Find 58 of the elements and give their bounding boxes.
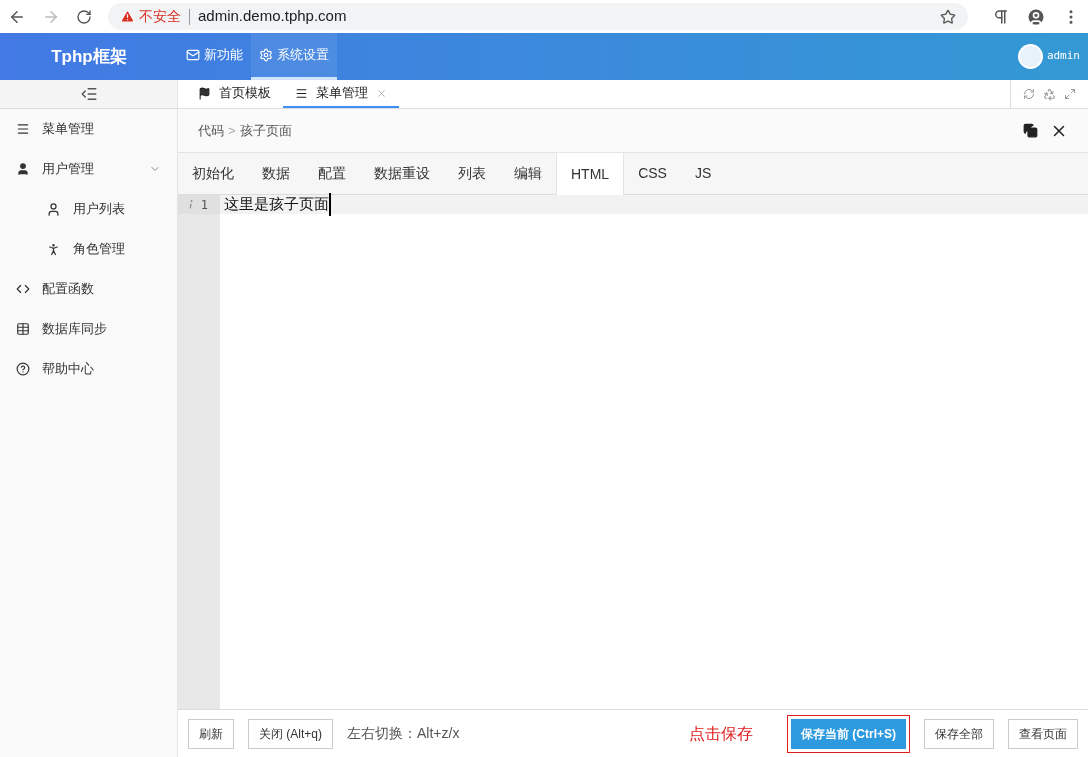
star-icon[interactable]: [940, 8, 956, 25]
user-icon: [46, 201, 61, 217]
mail-icon: [186, 48, 200, 62]
breadcrumb-item[interactable]: 代码: [198, 120, 224, 141]
code-editor[interactable]: 1 这里是孩子页面: [178, 195, 1088, 709]
address-text: admin.demo.tphp.com: [198, 6, 348, 27]
profile-icon[interactable]: [1026, 6, 1046, 27]
restore-icon[interactable]: [1023, 123, 1038, 138]
help-icon: [16, 362, 30, 376]
annotation-text: 点击保存: [689, 723, 753, 744]
footer-button[interactable]: 保存全部: [924, 718, 994, 749]
editor-tab[interactable]: 初始化: [178, 153, 248, 194]
table-icon: [16, 322, 30, 336]
footer-button[interactable]: 查看页面: [1008, 718, 1078, 749]
menu-icon: [295, 86, 308, 100]
extension-icon[interactable]: [992, 7, 1010, 26]
avatar[interactable]: [1017, 44, 1043, 69]
sidebar-item[interactable]: 配置函数: [0, 269, 177, 309]
settings-icon: [259, 48, 273, 62]
security-label: 不安全: [139, 7, 181, 26]
breadcrumb-separator: >: [228, 121, 236, 140]
refresh-icon[interactable]: [1023, 88, 1035, 100]
code-line: 这里是孩子页面: [224, 193, 331, 216]
warning-icon: [120, 9, 135, 24]
footer-button[interactable]: 关闭 (Alt+q): [248, 718, 333, 749]
sidebar-subitem[interactable]: 角色管理: [0, 229, 177, 269]
editor-tab[interactable]: 配置: [304, 153, 360, 194]
user-icon: [16, 162, 30, 176]
shortcut-hint: 左右切换：Alt+z/x: [347, 724, 460, 743]
breadcrumb-item: 孩子页面: [239, 121, 292, 140]
sidebar-item[interactable]: 数据库同步: [0, 309, 177, 349]
info-icon: [188, 200, 193, 209]
editor-tab[interactable]: 数据重设: [360, 153, 444, 194]
sidebar-subitem[interactable]: 用户列表: [0, 189, 177, 229]
flag-icon: [198, 86, 211, 100]
editor-tab[interactable]: 编辑: [500, 153, 556, 194]
reload-icon[interactable]: [76, 8, 92, 25]
editor-tab[interactable]: 列表: [444, 153, 500, 194]
editor-tab[interactable]: CSS: [624, 153, 681, 194]
address-bar[interactable]: 不安全 admin.demo.tphp.com: [108, 3, 968, 30]
editor-tab[interactable]: 数据: [248, 153, 304, 194]
sidebar-item[interactable]: 帮助中心: [0, 349, 177, 389]
brand-title: Tphp框架: [50, 45, 128, 68]
indent-icon: [79, 85, 98, 103]
editor-tab[interactable]: HTML: [556, 153, 625, 195]
code-icon: [16, 282, 30, 296]
page-tab[interactable]: 首页模板: [186, 80, 283, 108]
nav-tab[interactable]: 新功能: [178, 33, 251, 80]
line-number: 1: [200, 196, 208, 214]
menu-icon: [16, 122, 30, 136]
recycle-icon[interactable]: [1043, 87, 1056, 101]
sidebar-item[interactable]: 用户管理: [0, 149, 177, 189]
fullscreen-icon[interactable]: [1064, 88, 1076, 100]
sidebar-item[interactable]: 菜单管理: [0, 109, 177, 149]
editor-tab[interactable]: JS: [680, 153, 726, 194]
footer-button[interactable]: 刷新: [188, 718, 234, 749]
person-icon: [46, 241, 61, 257]
sidebar-toggle[interactable]: [0, 80, 178, 108]
